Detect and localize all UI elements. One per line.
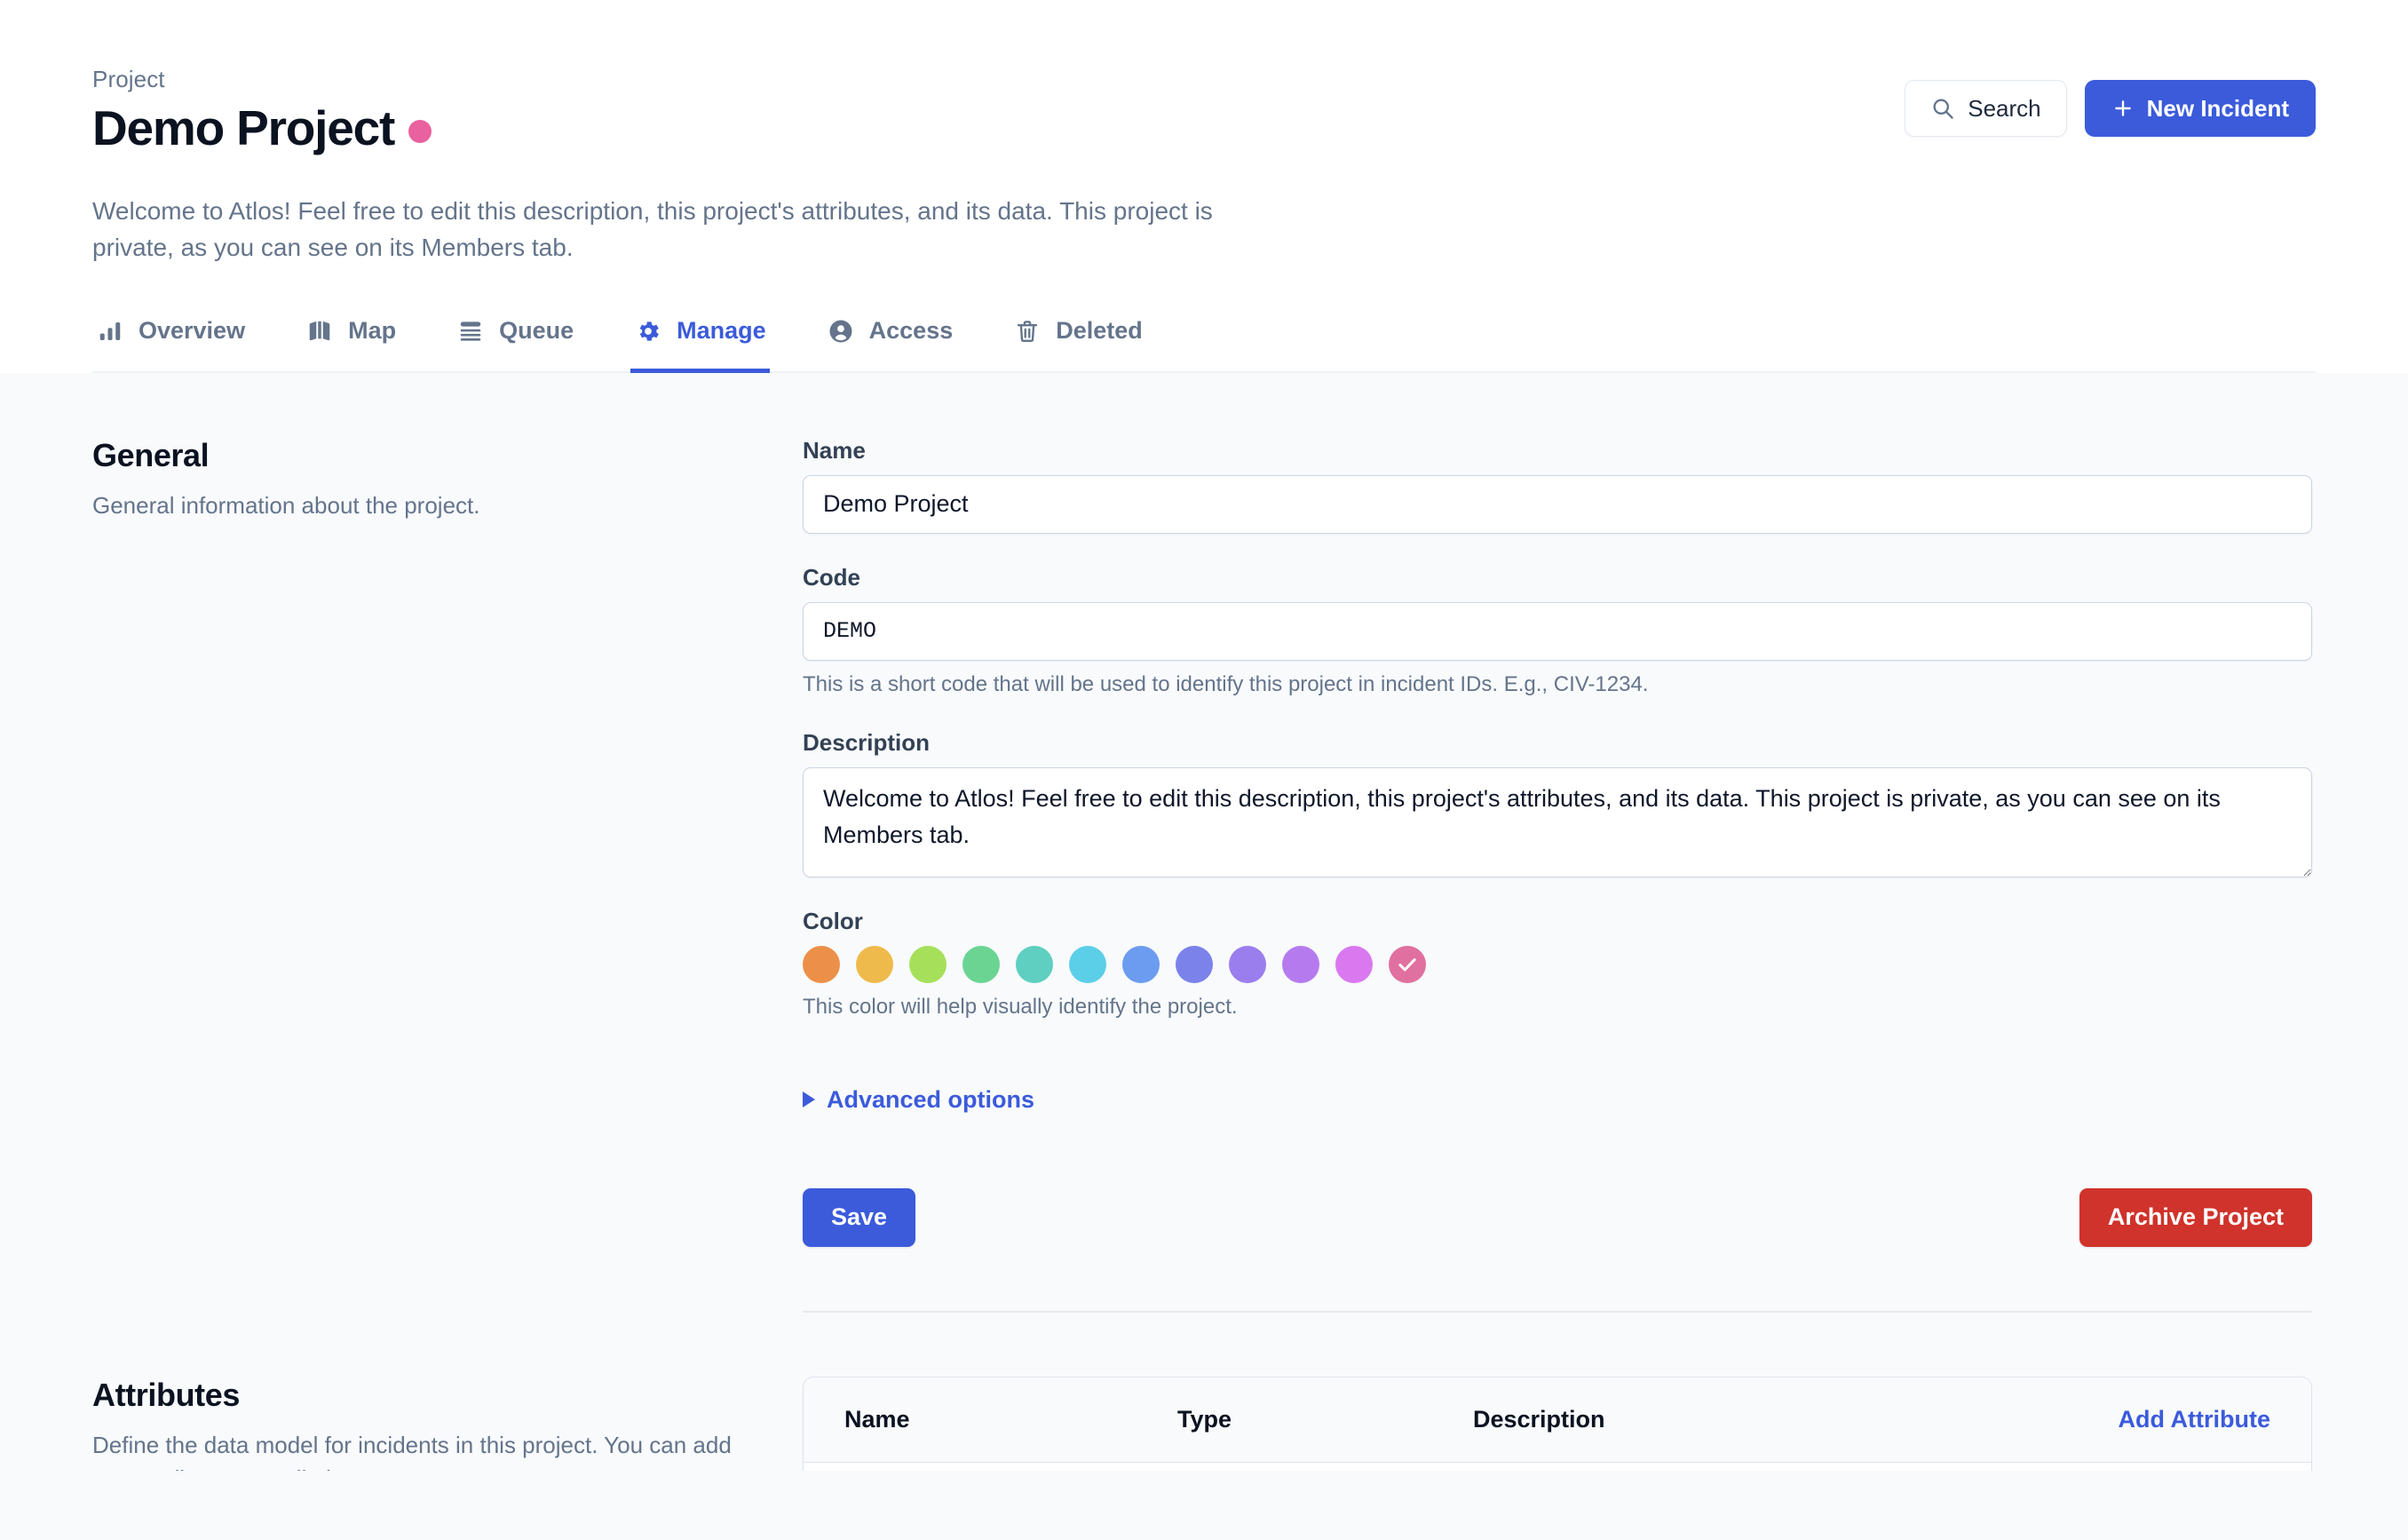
breadcrumb: Project: [92, 66, 165, 92]
color-field-group: Color This color will help visually iden…: [803, 908, 2312, 1021]
tab-map[interactable]: Map: [302, 312, 400, 373]
color-swatch-teal[interactable]: [1016, 946, 1053, 984]
color-swatch-amber[interactable]: [856, 946, 893, 984]
code-field-group: Code This is a short code that will be u…: [803, 564, 2312, 699]
description-label: Description: [803, 729, 931, 757]
gear-icon: [634, 317, 662, 345]
attributes-col-name: Name: [844, 1405, 910, 1433]
advanced-options-label: Advanced options: [827, 1085, 1035, 1113]
search-button[interactable]: Search: [1905, 80, 2067, 137]
header-actions: Search New Incident: [1905, 80, 2316, 137]
color-swatch-indigo[interactable]: [1176, 946, 1213, 984]
project-color-dot: [408, 119, 432, 143]
color-swatch-cyan[interactable]: [1069, 946, 1106, 984]
general-section-header: General General information about the pr…: [92, 437, 803, 523]
tab-manage[interactable]: Manage: [630, 312, 770, 373]
color-swatch-violet[interactable]: [1229, 946, 1266, 984]
color-swatch-orange[interactable]: [803, 946, 840, 984]
archive-project-button[interactable]: Archive Project: [2079, 1187, 2312, 1247]
search-button-label: Search: [1968, 94, 2041, 122]
color-swatch-green[interactable]: [962, 946, 1000, 984]
advanced-options-toggle[interactable]: Advanced options: [803, 1086, 1034, 1114]
attributes-section: Attributes Define the data model for inc…: [92, 1313, 2316, 1471]
tab-access[interactable]: Access: [823, 312, 957, 373]
project-description-text: Welcome to Atlos! Feel free to edit this…: [92, 196, 1213, 261]
bar-chart-icon: [96, 317, 124, 345]
map-icon: [305, 317, 334, 345]
color-swatch-blue[interactable]: [1122, 946, 1160, 984]
general-title: General: [92, 436, 210, 473]
tab-deleted-label: Deleted: [1056, 317, 1143, 345]
tab-access-label: Access: [868, 317, 954, 345]
attributes-table-header: Name Type Description Add Attribute: [804, 1377, 2311, 1463]
tabbar: Overview Map Queue Manage Access Deleted: [92, 312, 2316, 373]
add-attribute-link[interactable]: Add Attribute: [2119, 1406, 2270, 1433]
attributes-table: Name Type Description Add Attribute: [803, 1376, 2312, 1471]
color-swatch-pink[interactable]: [1389, 946, 1426, 984]
attributes-table-wrap: Name Type Description Add Attribute: [803, 1376, 2312, 1471]
new-incident-button[interactable]: New Incident: [2084, 80, 2316, 137]
new-incident-label: New Incident: [2146, 94, 2289, 122]
color-swatch-lime[interactable]: [909, 946, 947, 984]
attributes-subtitle: Define the data model for incidents in t…: [92, 1431, 732, 1471]
name-input[interactable]: [803, 474, 2312, 534]
check-icon: [1398, 958, 1416, 972]
general-actions-row: Save Archive Project: [803, 1187, 2312, 1247]
queue-list-icon: [456, 317, 485, 345]
general-section: General General information about the pr…: [92, 373, 2316, 1313]
header-titleblock: Project Demo Project: [92, 66, 432, 155]
tab-queue-label: Queue: [499, 317, 574, 345]
color-swatch-magenta[interactable]: [1335, 946, 1373, 984]
tab-deleted[interactable]: Deleted: [1010, 312, 1146, 373]
tab-map-label: Map: [348, 317, 397, 345]
chevron-right-icon: [803, 1091, 815, 1108]
name-label: Name: [803, 436, 866, 464]
trash-icon: [1013, 317, 1042, 345]
user-circle-icon: [827, 317, 855, 345]
color-help-text: This color will help visually identify t…: [803, 995, 1238, 1020]
code-label: Code: [803, 563, 860, 591]
section-divider: [803, 1310, 2312, 1313]
page-title: Demo Project: [92, 100, 395, 156]
code-input[interactable]: [803, 601, 2312, 661]
header-row: Project Demo Project Search New Incident: [92, 66, 2316, 155]
color-swatch-purple[interactable]: [1282, 946, 1319, 984]
general-subtitle: General information about the project.: [92, 491, 480, 519]
save-button[interactable]: Save: [803, 1187, 916, 1247]
description-field-group: Description Welcome to Atlos! Feel free …: [803, 729, 2312, 878]
color-label: Color: [803, 908, 863, 935]
main-content: General General information about the pr…: [0, 372, 2408, 1471]
attributes-section-header: Attributes Define the data model for inc…: [92, 1377, 803, 1471]
tab-overview[interactable]: Overview: [92, 312, 249, 373]
project-title-row: Demo Project: [92, 100, 432, 156]
description-textarea[interactable]: Welcome to Atlos! Feel free to edit this…: [803, 767, 2312, 878]
attributes-col-type: Type: [1177, 1405, 1232, 1433]
attributes-title: Attributes: [92, 1376, 240, 1413]
general-form: Name Code This is a short code that will…: [803, 437, 2312, 1313]
tab-overview-label: Overview: [139, 317, 246, 345]
attributes-col-description: Description: [1473, 1405, 1605, 1433]
page-header: Project Demo Project Search New Incident…: [0, 0, 2408, 373]
name-field-group: Name: [803, 437, 2312, 534]
tab-queue[interactable]: Queue: [453, 312, 577, 373]
color-swatch-row: [803, 946, 2312, 984]
tab-manage-label: Manage: [677, 317, 766, 345]
attributes-table-body: [804, 1462, 2311, 1471]
code-help-text: This is a short code that will be used t…: [803, 671, 1649, 696]
plus-icon: [2111, 97, 2135, 120]
search-icon: [1930, 96, 1955, 121]
